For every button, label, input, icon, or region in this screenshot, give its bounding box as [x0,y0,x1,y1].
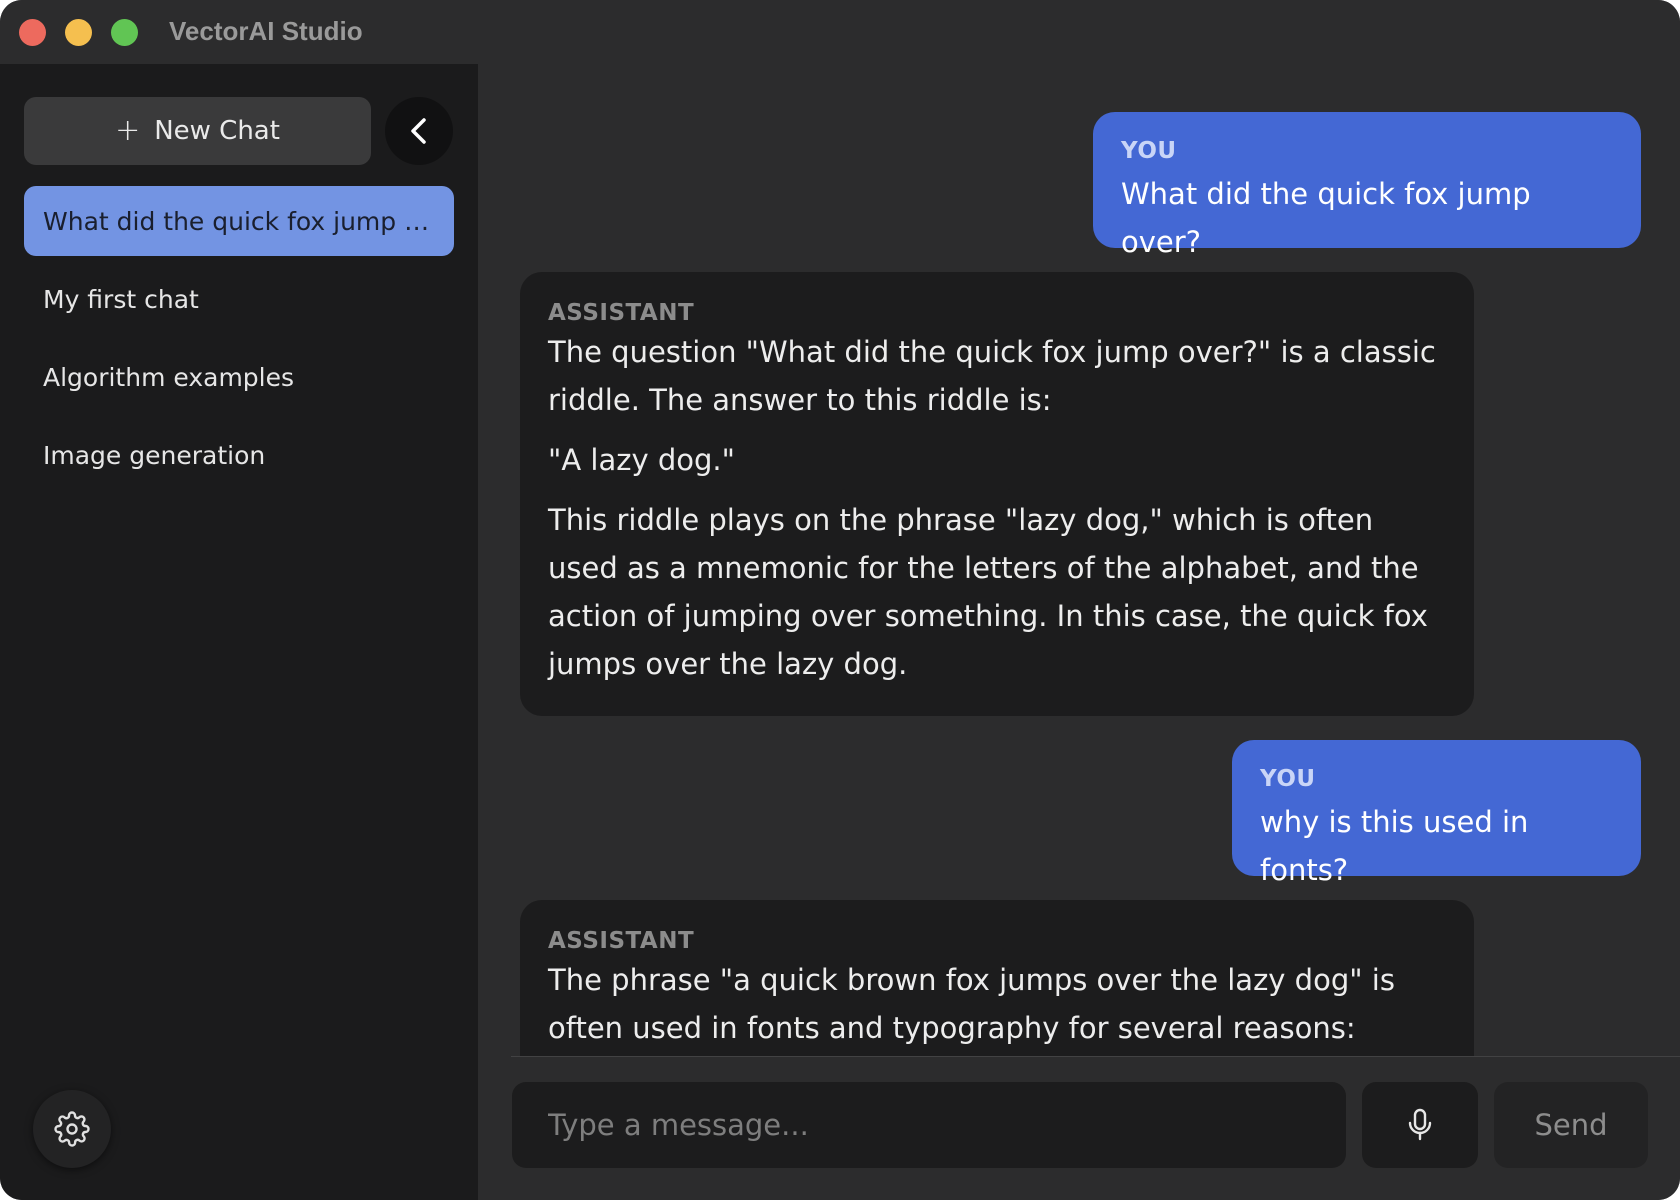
minimize-window-button[interactable] [65,19,92,46]
message-text: The question "What did the quick fox jum… [548,335,1436,417]
gear-icon [54,1111,90,1147]
collapse-sidebar-button[interactable] [385,97,453,165]
chat-history-item[interactable]: My first chat [24,264,454,334]
settings-button[interactable] [33,1090,111,1168]
message-text: What did the quick fox jump over? [1121,177,1531,259]
chevron-left-icon [411,118,426,144]
assistant-message: ASSISTANT The phrase "a quick brown fox … [520,900,1474,1056]
title-bar: VectorAI Studio [0,0,1680,64]
microphone-icon [1408,1108,1432,1141]
chat-area: YOU What did the quick fox jump over? AS… [478,64,1680,1200]
chat-history-list: What did the quick fox jump over? My fir… [24,186,454,498]
chat-history-item[interactable]: Image generation [24,420,454,490]
message-role: YOU [1260,766,1316,792]
assistant-message: ASSISTANT The question "What did the qui… [520,272,1474,716]
message-input-container[interactable] [512,1082,1346,1168]
message-text: why is this used in fonts? [1260,805,1529,887]
app-window: VectorAI Studio + New Chat What did the … [0,0,1680,1200]
app-title: VectorAI Studio [169,16,363,46]
new-chat-button[interactable]: + New Chat [24,97,371,165]
new-chat-label: New Chat [154,116,280,146]
close-window-button[interactable] [19,19,46,46]
microphone-button[interactable] [1362,1082,1478,1168]
message-role: ASSISTANT [548,928,695,954]
message-list[interactable]: YOU What did the quick fox jump over? AS… [478,64,1680,1056]
message-text: The phrase "a quick brown fox jumps over… [548,963,1395,1045]
message-input[interactable] [546,1107,1312,1143]
chat-history-item-label: Image generation [43,440,266,470]
send-button[interactable]: Send [1494,1082,1648,1168]
chat-history-item-active[interactable]: What did the quick fox jump over? [24,186,454,256]
chat-history-item-label: What did the quick fox jump over? [43,206,435,236]
sidebar: + New Chat What did the quick fox jump o… [0,64,478,1200]
zoom-window-button[interactable] [111,19,138,46]
message-text: "A lazy dog." [548,443,735,477]
chat-history-item-label: Algorithm examples [43,362,295,392]
user-message: YOU why is this used in fonts? [1232,740,1641,887]
message-role: YOU [1121,138,1177,164]
message-role: ASSISTANT [548,300,695,326]
composer-divider [511,1056,1680,1057]
plus-icon: + [115,113,141,148]
user-message: YOU What did the quick fox jump over? [1093,112,1641,259]
chat-history-item-label: My first chat [43,284,199,314]
chat-history-item[interactable]: Algorithm examples [24,342,454,412]
message-text: This riddle plays on the phrase "lazy do… [548,503,1428,681]
